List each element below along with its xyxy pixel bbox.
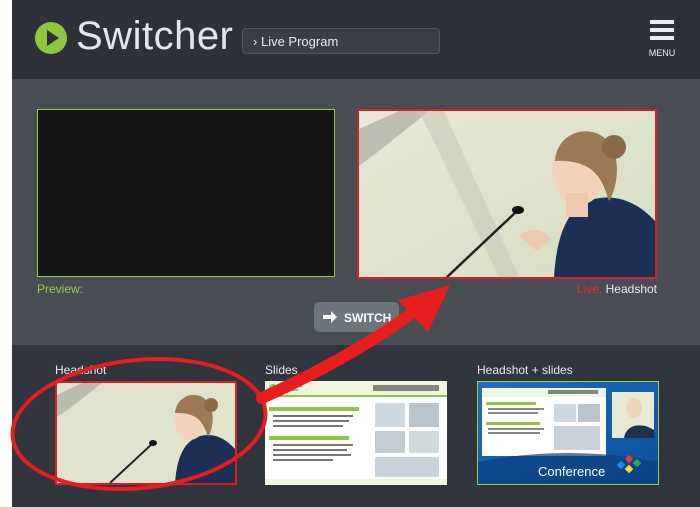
source-list: Headshot Slides Headshot + slides Confer… [12, 345, 700, 507]
source-thumbnail[interactable] [265, 381, 447, 485]
switch-button[interactable]: SWITCH [314, 302, 399, 332]
arrow-right-icon [323, 311, 337, 323]
source-thumbnail[interactable]: Conference [477, 381, 659, 485]
switch-button-label: SWITCH [344, 311, 392, 325]
slides-thumbnail-image [265, 381, 447, 485]
live-label: Live: Headshot [577, 282, 657, 296]
live-monitor[interactable] [357, 109, 657, 279]
live-prefix: Live: [576, 282, 603, 296]
headshot-thumbnail-image [57, 383, 235, 483]
preview-label: Preview: [37, 282, 84, 296]
source-label: Headshot + slides [477, 363, 573, 377]
menu-button[interactable]: MENU [642, 20, 682, 62]
source-label: Slides [265, 363, 298, 377]
svg-text:Conference: Conference [538, 464, 605, 479]
menu-label: MENU [648, 48, 676, 58]
program-stage: Preview: Live: Headshot SWITCH [12, 79, 700, 345]
source-label: Headshot [55, 363, 107, 377]
source-thumbnail[interactable] [55, 381, 237, 485]
program-select-value: Live Program [260, 34, 339, 49]
preview-monitor[interactable] [37, 109, 335, 277]
program-select[interactable]: › Live Program [242, 28, 440, 54]
chevron-right-icon: › [253, 34, 258, 49]
headshot-slides-thumbnail-image: Conference [478, 382, 658, 484]
live-source-name: Headshot [605, 282, 657, 296]
app-title: Switcher [76, 14, 234, 58]
play-circle-icon [35, 22, 67, 54]
app-header: Switcher › Live Program MENU [12, 0, 700, 79]
switcher-app: Switcher › Live Program MENU Preview: Li… [12, 0, 700, 507]
live-headshot-image [359, 111, 655, 277]
